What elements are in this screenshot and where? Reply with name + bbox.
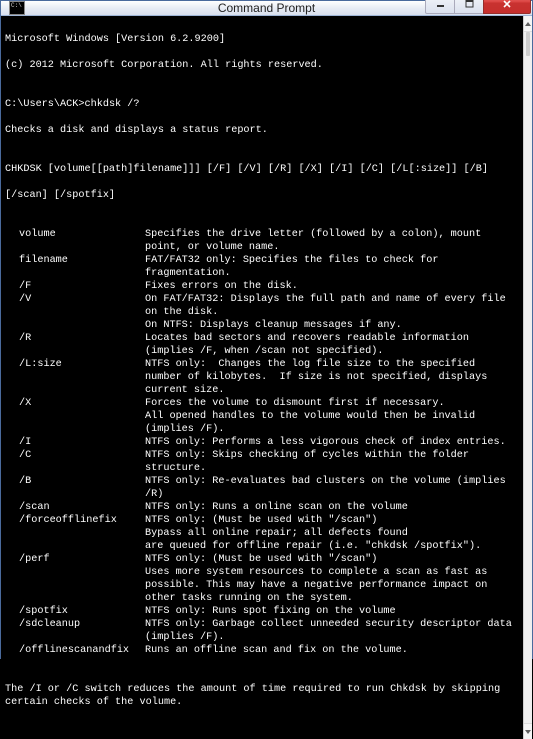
close-button[interactable] xyxy=(483,0,531,14)
option-desc: Fixes errors on the disk. xyxy=(145,280,519,293)
option-desc: On FAT/FAT32: Displays the full path and… xyxy=(145,293,519,332)
option-row: /INTFS only: Performs a less vigorous ch… xyxy=(5,436,519,449)
option-row: /VOn FAT/FAT32: Displays the full path a… xyxy=(5,293,519,332)
option-desc: Locates bad sectors and recovers readabl… xyxy=(145,332,519,358)
usage-line-1: CHKDSK [volume[[path]filename]]] [/F] [/… xyxy=(5,163,519,176)
option-desc: NTFS only: Performs a less vigorous chec… xyxy=(145,436,519,449)
window-title: Command Prompt xyxy=(218,1,315,15)
footer-note: The /I or /C switch reduces the amount o… xyxy=(5,683,519,709)
maximize-button[interactable] xyxy=(454,0,484,14)
option-name: filename xyxy=(5,254,145,280)
option-row: /RLocates bad sectors and recovers reada… xyxy=(5,332,519,358)
option-desc: NTFS only: Runs a online scan on the vol… xyxy=(145,501,519,514)
option-row: /forceofflinefixNTFS only: (Must be used… xyxy=(5,514,519,553)
copyright-line: (c) 2012 Microsoft Corporation. All righ… xyxy=(5,59,519,72)
option-row: /BNTFS only: Re-evaluates bad clusters o… xyxy=(5,475,519,501)
minimize-icon xyxy=(436,0,445,8)
minimize-button[interactable] xyxy=(425,0,455,14)
command-prompt-window: Command Prompt Microsoft Windows [Versio… xyxy=(0,0,533,659)
option-desc: NTFS only: (Must be used with "/scan") U… xyxy=(145,553,519,605)
app-icon xyxy=(9,1,25,15)
prompt-path: C:\Users\ACK> xyxy=(5,99,84,110)
option-row: /scanNTFS only: Runs a online scan on th… xyxy=(5,501,519,514)
options-block: volumeSpecifies the drive letter (follow… xyxy=(5,228,519,657)
terminal-output[interactable]: Microsoft Windows [Version 6.2.9200] (c)… xyxy=(1,16,523,739)
option-name: /spotfix xyxy=(5,605,145,618)
option-name: /scan xyxy=(5,501,145,514)
option-desc: NTFS only: Runs spot fixing on the volum… xyxy=(145,605,519,618)
chevron-up-icon xyxy=(524,21,532,27)
scroll-up-button[interactable] xyxy=(524,16,532,32)
option-desc: NTFS only: Re-evaluates bad clusters on … xyxy=(145,475,519,501)
chevron-down-icon xyxy=(524,729,532,735)
option-desc: Forces the volume to dismount first if n… xyxy=(145,397,519,436)
option-name: /V xyxy=(5,293,145,332)
titlebar[interactable]: Command Prompt xyxy=(1,1,532,16)
option-name: /I xyxy=(5,436,145,449)
option-row: /perfNTFS only: (Must be used with "/sca… xyxy=(5,553,519,605)
option-name: /L:size xyxy=(5,358,145,397)
option-desc: Runs an offline scan and fix on the volu… xyxy=(145,644,519,657)
window-controls xyxy=(426,0,531,14)
option-name: /B xyxy=(5,475,145,501)
option-row: /CNTFS only: Skips checking of cycles wi… xyxy=(5,449,519,475)
option-name: /offlinescanandfix xyxy=(5,644,145,657)
client-area: Microsoft Windows [Version 6.2.9200] (c)… xyxy=(1,16,532,739)
summary-line: Checks a disk and displays a status repo… xyxy=(5,124,519,137)
scrollbar-thumb[interactable] xyxy=(526,32,530,56)
option-name: /C xyxy=(5,449,145,475)
option-name: /X xyxy=(5,397,145,436)
prompt-line: C:\Users\ACK>chkdsk /? xyxy=(5,98,519,111)
option-desc: NTFS only: Skips checking of cycles with… xyxy=(145,449,519,475)
option-row: /offlinescanandfixRuns an offline scan a… xyxy=(5,644,519,657)
option-desc: NTFS only: Changes the log file size to … xyxy=(145,358,519,397)
option-name: /perf xyxy=(5,553,145,605)
option-name: /F xyxy=(5,280,145,293)
vertical-scrollbar[interactable] xyxy=(523,16,532,739)
scroll-down-button[interactable] xyxy=(524,723,532,739)
usage-line-2: [/scan] [/spotfix] xyxy=(5,189,519,202)
scrollbar-track[interactable] xyxy=(524,32,532,723)
option-desc: NTFS only: (Must be used with "/scan") B… xyxy=(145,514,519,553)
option-row: filenameFAT/FAT32 only: Specifies the fi… xyxy=(5,254,519,280)
option-desc: FAT/FAT32 only: Specifies the files to c… xyxy=(145,254,519,280)
option-row: /sdcleanupNTFS only: Garbage collect unn… xyxy=(5,618,519,644)
option-row: volumeSpecifies the drive letter (follow… xyxy=(5,228,519,254)
option-name: /forceofflinefix xyxy=(5,514,145,553)
option-name: /R xyxy=(5,332,145,358)
option-row: /L:sizeNTFS only: Changes the log file s… xyxy=(5,358,519,397)
option-row: /spotfixNTFS only: Runs spot fixing on t… xyxy=(5,605,519,618)
close-icon xyxy=(502,0,512,9)
option-name: volume xyxy=(5,228,145,254)
prompt-command: chkdsk /? xyxy=(84,99,139,110)
option-name: /sdcleanup xyxy=(5,618,145,644)
option-desc: Specifies the drive letter (followed by … xyxy=(145,228,519,254)
option-row: /FFixes errors on the disk. xyxy=(5,280,519,293)
version-line: Microsoft Windows [Version 6.2.9200] xyxy=(5,33,519,46)
maximize-icon xyxy=(465,0,474,8)
option-desc: NTFS only: Garbage collect unneeded secu… xyxy=(145,618,519,644)
option-row: /XForces the volume to dismount first if… xyxy=(5,397,519,436)
